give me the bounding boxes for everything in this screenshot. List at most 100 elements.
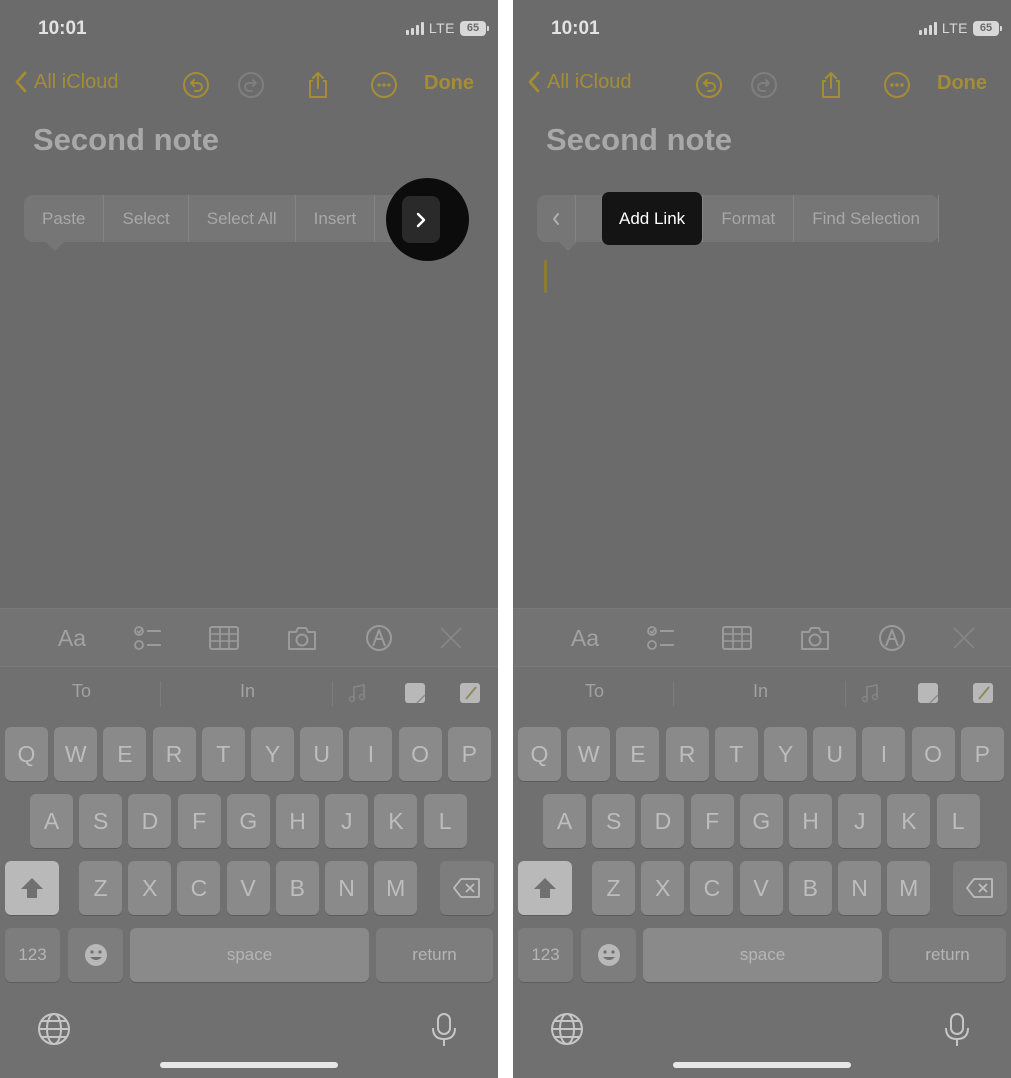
markup-button[interactable]: [875, 621, 909, 655]
checklist-button[interactable]: [644, 621, 678, 655]
scribble-icon[interactable]: [971, 681, 995, 705]
key[interactable]: D: [128, 794, 172, 848]
key[interactable]: Y: [764, 727, 807, 781]
undo-button[interactable]: [692, 68, 726, 102]
camera-button[interactable]: [285, 621, 319, 655]
globe-icon[interactable]: [37, 1012, 71, 1046]
key[interactable]: G: [226, 794, 270, 848]
key[interactable]: V: [739, 861, 783, 915]
key[interactable]: P: [960, 727, 1004, 781]
prediction-item[interactable]: In: [753, 681, 768, 702]
music-icon[interactable]: [346, 681, 370, 705]
scribble-icon[interactable]: [458, 681, 482, 705]
checklist-button[interactable]: [131, 621, 165, 655]
key[interactable]: X: [128, 861, 172, 915]
emoji-key[interactable]: [581, 928, 636, 982]
undo-button[interactable]: [179, 68, 213, 102]
key[interactable]: Q: [518, 727, 561, 781]
share-button[interactable]: [814, 68, 848, 102]
add-link-menu-item[interactable]: Add Link: [602, 192, 703, 245]
more-options-button[interactable]: [402, 196, 440, 243]
numbers-key[interactable]: 123: [5, 928, 60, 982]
markup-button[interactable]: [362, 621, 396, 655]
key[interactable]: T: [714, 727, 758, 781]
prediction-item[interactable]: In: [240, 681, 255, 702]
camera-button[interactable]: [798, 621, 832, 655]
more-button[interactable]: [880, 68, 914, 102]
key[interactable]: R: [665, 727, 709, 781]
key[interactable]: F: [690, 794, 734, 848]
key[interactable]: H: [789, 794, 832, 848]
key[interactable]: Q: [5, 727, 48, 781]
prediction-item[interactable]: To: [72, 681, 91, 702]
music-icon[interactable]: [859, 681, 883, 705]
delete-key[interactable]: [953, 861, 1007, 915]
globe-icon[interactable]: [550, 1012, 584, 1046]
key[interactable]: O: [398, 727, 442, 781]
key[interactable]: A: [30, 794, 73, 848]
key[interactable]: G: [739, 794, 783, 848]
back-button[interactable]: All iCloud: [527, 70, 631, 94]
redo-button[interactable]: [747, 68, 781, 102]
close-toolbar-button[interactable]: [436, 621, 466, 655]
format-button[interactable]: Aa: [54, 621, 90, 655]
microphone-icon[interactable]: [430, 1012, 458, 1048]
back-button[interactable]: All iCloud: [14, 70, 118, 94]
key[interactable]: K: [887, 794, 931, 848]
format-button[interactable]: Aa: [567, 621, 603, 655]
key[interactable]: R: [152, 727, 196, 781]
select-menu-item[interactable]: Select: [104, 195, 189, 242]
key[interactable]: I: [862, 727, 906, 781]
more-button[interactable]: [367, 68, 401, 102]
format-menu-item[interactable]: Format: [703, 195, 795, 242]
space-key[interactable]: space: [130, 928, 369, 982]
share-button[interactable]: [301, 68, 335, 102]
close-toolbar-button[interactable]: [949, 621, 979, 655]
key[interactable]: J: [325, 794, 369, 848]
table-button[interactable]: [207, 621, 241, 655]
table-button[interactable]: [720, 621, 754, 655]
note-title[interactable]: Second note: [546, 122, 732, 158]
select-all-menu-item[interactable]: Select All: [189, 195, 296, 242]
key[interactable]: E: [616, 727, 660, 781]
key[interactable]: S: [592, 794, 636, 848]
emoji-key[interactable]: [68, 928, 123, 982]
key[interactable]: K: [374, 794, 418, 848]
done-button[interactable]: Done: [937, 72, 987, 95]
key[interactable]: Z: [79, 861, 122, 915]
find-selection-menu-item[interactable]: Find Selection: [794, 195, 939, 242]
space-key[interactable]: space: [643, 928, 882, 982]
key[interactable]: V: [226, 861, 270, 915]
key[interactable]: Z: [592, 861, 635, 915]
key[interactable]: O: [911, 727, 955, 781]
key[interactable]: D: [641, 794, 685, 848]
key[interactable]: U: [813, 727, 857, 781]
numbers-key[interactable]: 123: [518, 928, 573, 982]
key[interactable]: C: [177, 861, 221, 915]
key[interactable]: N: [838, 861, 881, 915]
note-title[interactable]: Second note: [33, 122, 219, 158]
key[interactable]: H: [276, 794, 319, 848]
key[interactable]: L: [423, 794, 467, 848]
key[interactable]: J: [838, 794, 882, 848]
key[interactable]: N: [325, 861, 368, 915]
key[interactable]: L: [936, 794, 980, 848]
sticker-icon[interactable]: [403, 681, 427, 705]
redo-button[interactable]: [234, 68, 268, 102]
menu-back-button[interactable]: [537, 195, 576, 242]
key[interactable]: W: [54, 727, 98, 781]
key[interactable]: B: [788, 861, 832, 915]
key[interactable]: F: [177, 794, 221, 848]
shift-key[interactable]: [518, 861, 572, 915]
key[interactable]: I: [349, 727, 393, 781]
key[interactable]: E: [103, 727, 147, 781]
key[interactable]: A: [543, 794, 586, 848]
key[interactable]: S: [79, 794, 123, 848]
insert-menu-item[interactable]: Insert: [296, 195, 376, 242]
key[interactable]: Y: [251, 727, 294, 781]
key[interactable]: U: [300, 727, 344, 781]
key[interactable]: M: [374, 861, 418, 915]
return-key[interactable]: return: [376, 928, 493, 982]
paste-menu-item[interactable]: Paste: [24, 195, 105, 242]
key[interactable]: C: [690, 861, 734, 915]
